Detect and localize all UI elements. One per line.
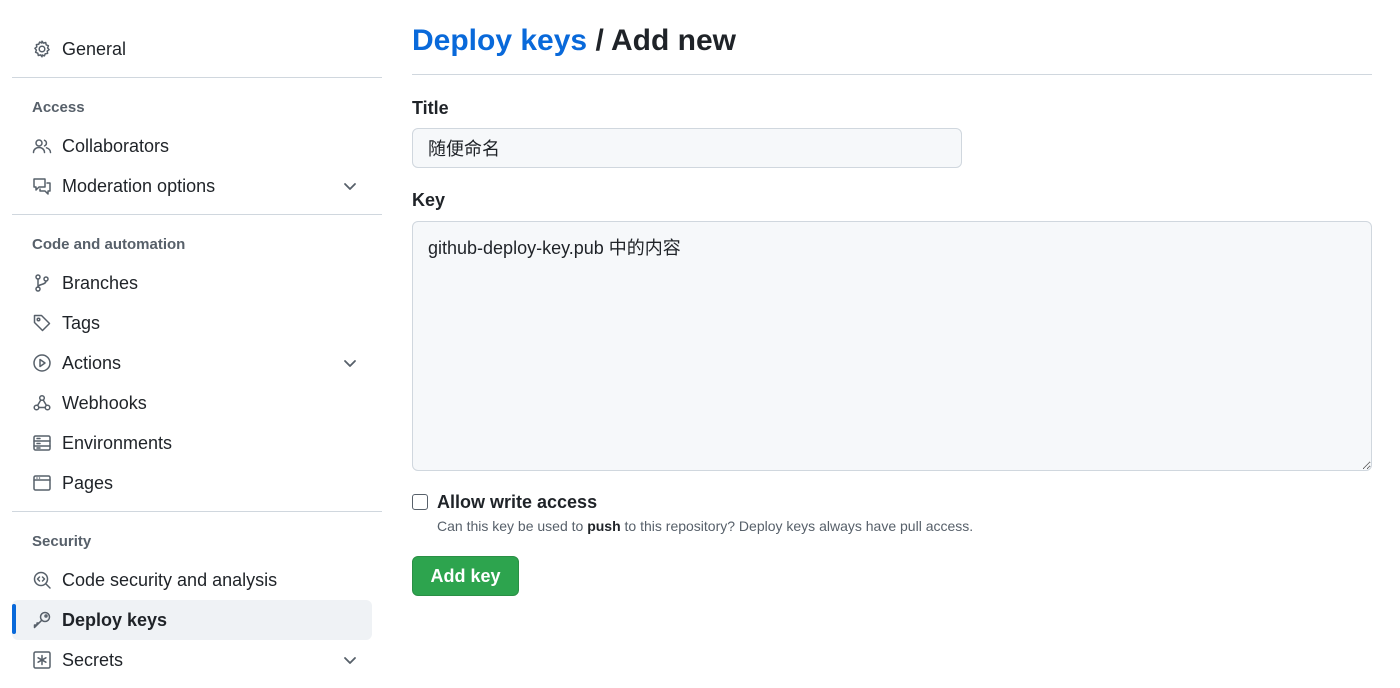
section-title-access: Access (32, 99, 85, 116)
section-title-code-automation: Code and automation (32, 236, 186, 253)
section-title-security: Security (32, 533, 92, 550)
play-icon (32, 353, 52, 373)
breadcrumb-current: Add new (611, 24, 737, 57)
allow-write-access-label[interactable]: Allow write access (437, 492, 597, 513)
sidebar-item-label: Moderation options (62, 175, 216, 196)
sidebar-item-label: Webhooks (62, 392, 147, 413)
sidebar-item-label: Pages (62, 472, 114, 493)
sidebar-item-label: Branches (62, 272, 139, 293)
sidebar-item-deploy-keys[interactable]: Deploy keys (12, 600, 372, 640)
sidebar-item-label: Actions (62, 352, 122, 373)
write-access-note: Can this key be used to push to this rep… (437, 518, 973, 534)
title-label: Title (412, 98, 449, 118)
breadcrumb-separator: / (595, 24, 604, 57)
git-branch-icon (32, 273, 52, 293)
add-key-button[interactable]: Add key (412, 556, 519, 596)
allow-write-access-checkbox[interactable] (412, 494, 428, 510)
sidebar-divider (12, 214, 382, 215)
active-indicator (12, 604, 16, 634)
sidebar-item-moderation-options[interactable]: Moderation options (12, 166, 372, 206)
page-title: Deploy keys / Add new (412, 24, 736, 58)
people-icon (32, 136, 52, 156)
note-bold-text: push (587, 518, 621, 534)
sidebar-item-actions[interactable]: Actions (12, 343, 372, 383)
title-divider (412, 74, 1372, 75)
note-text: to this repository? Deploy keys always h… (620, 518, 974, 534)
sidebar-item-general[interactable]: General (12, 29, 372, 69)
key-icon (32, 610, 52, 630)
gear-icon (32, 39, 52, 59)
key-label: Key (412, 190, 446, 210)
chevron-down-icon[interactable] (340, 353, 360, 373)
title-input[interactable] (412, 128, 962, 168)
asterisk-icon (32, 650, 52, 670)
breadcrumb-deploy-keys-link[interactable]: Deploy keys (412, 24, 587, 57)
sidebar-item-branches[interactable]: Branches (12, 263, 372, 303)
tag-icon (32, 313, 52, 333)
sidebar-divider (12, 511, 382, 512)
sidebar-item-environments[interactable]: Environments (12, 423, 372, 463)
key-textarea[interactable]: github-deploy-key.pub 中的内容 (412, 221, 1372, 471)
sidebar-item-label: Environments (62, 432, 173, 453)
main-content: Deploy keys / Add new Title Key github-d… (412, 0, 1372, 688)
codescan-icon (32, 570, 52, 590)
sidebar-item-label: Deploy keys (62, 609, 168, 630)
sidebar-item-pages[interactable]: Pages (12, 463, 372, 503)
sidebar-item-tags[interactable]: Tags (12, 303, 372, 343)
sidebar-item-label: Code security and analysis (62, 569, 278, 590)
note-text: Can this key be used to (437, 518, 588, 534)
webhook-icon (32, 393, 52, 413)
sidebar-item-label: Tags (62, 312, 101, 333)
sidebar-item-label: Collaborators (62, 135, 170, 156)
comment-discussion-icon (32, 176, 52, 196)
sidebar-item-webhooks[interactable]: Webhooks (12, 383, 372, 423)
server-icon (32, 433, 52, 453)
sidebar-item-secrets[interactable]: Secrets (12, 640, 372, 680)
sidebar-item-code-security[interactable]: Code security and analysis (12, 560, 372, 600)
chevron-down-icon[interactable] (340, 650, 360, 670)
settings-sidebar: General Access Collaborators Moderation … (12, 0, 382, 688)
browser-icon (32, 473, 52, 493)
chevron-down-icon[interactable] (340, 176, 360, 196)
sidebar-item-label: Secrets (62, 649, 124, 670)
sidebar-item-collaborators[interactable]: Collaborators (12, 126, 372, 166)
sidebar-item-label: General (62, 38, 127, 59)
sidebar-divider (12, 77, 382, 78)
